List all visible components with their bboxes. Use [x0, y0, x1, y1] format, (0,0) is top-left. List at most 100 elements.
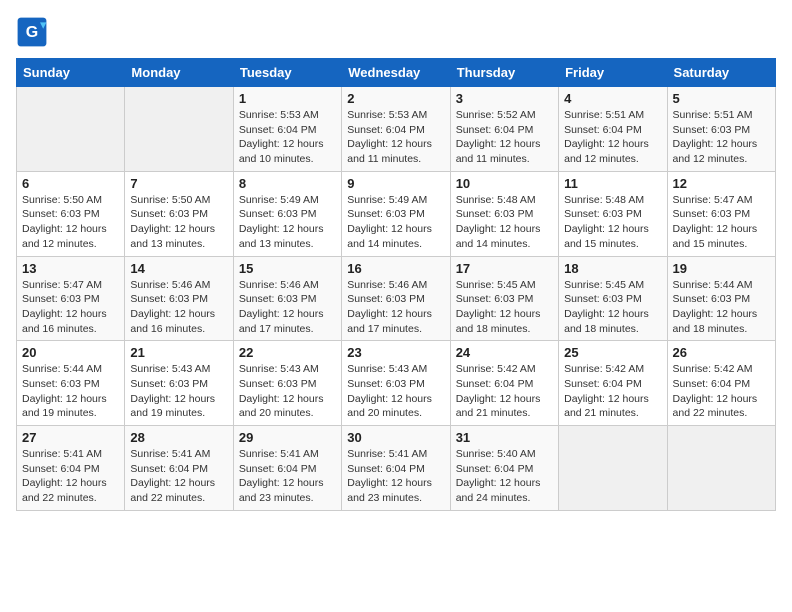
- calendar-cell: [125, 87, 233, 172]
- day-number: 11: [564, 176, 661, 191]
- weekday-header: Wednesday: [342, 59, 450, 87]
- calendar-cell: 25Sunrise: 5:42 AM Sunset: 6:04 PM Dayli…: [559, 341, 667, 426]
- day-info: Sunrise: 5:41 AM Sunset: 6:04 PM Dayligh…: [347, 447, 444, 506]
- calendar-cell: 8 Sunrise: 5:49 AM Sunset: 6:03 PM Daylig…: [233, 171, 341, 256]
- day-number: 1: [239, 91, 336, 106]
- day-info: Sunrise: 5:41 AM Sunset: 6:04 PM Dayligh…: [239, 447, 336, 506]
- day-number: 10: [456, 176, 553, 191]
- calendar-cell: 29 Sunrise: 5:41 AM Sunset: 6:04 PM Dayli…: [233, 426, 341, 511]
- day-number: 4: [564, 91, 661, 106]
- calendar-cell: 24 Sunrise: 5:42 AM Sunset: 6:04 PM Dayli…: [450, 341, 558, 426]
- day-number: 24: [456, 345, 553, 360]
- day-number: 31: [456, 430, 553, 445]
- day-info: Sunrise: 5:42 AM Sunset: 6:04 PM Dayligh…: [456, 362, 553, 421]
- day-info: Sunrise: 5:49 AM Sunset: 6:03 PM Dayligh…: [347, 193, 444, 252]
- day-info: Sunrise: 5:43 AM Sunset: 6:03 PM Dayligh…: [130, 362, 227, 421]
- day-info: Sunrise: 5:50 AM Sunset: 6:03 PM Dayligh…: [22, 193, 119, 252]
- calendar-cell: 7 Sunrise: 5:50 AM Sunset: 6:03 PM Daylig…: [125, 171, 233, 256]
- calendar-cell: 15 Sunrise: 5:46 AM Sunset: 6:03 PM Dayli…: [233, 256, 341, 341]
- calendar-cell: 20Sunrise: 5:44 AM Sunset: 6:03 PM Dayli…: [17, 341, 125, 426]
- calendar-cell: 31Sunrise: 5:40 AM Sunset: 6:04 PM Dayli…: [450, 426, 558, 511]
- calendar-cell: 17Sunrise: 5:45 AM Sunset: 6:03 PM Dayli…: [450, 256, 558, 341]
- day-info: Sunrise: 5:49 AM Sunset: 6:03 PM Dayligh…: [239, 193, 336, 252]
- day-number: 12: [673, 176, 770, 191]
- day-info: Sunrise: 5:51 AM Sunset: 6:03 PM Dayligh…: [673, 108, 770, 167]
- calendar-cell: 18 Sunrise: 5:45 AM Sunset: 6:03 PM Dayli…: [559, 256, 667, 341]
- day-number: 21: [130, 345, 227, 360]
- weekday-header: Saturday: [667, 59, 775, 87]
- day-info: Sunrise: 5:53 AM Sunset: 6:04 PM Dayligh…: [347, 108, 444, 167]
- calendar-cell: 10Sunrise: 5:48 AM Sunset: 6:03 PM Dayli…: [450, 171, 558, 256]
- calendar-cell: 2 Sunrise: 5:53 AM Sunset: 6:04 PM Daylig…: [342, 87, 450, 172]
- calendar-week-row: 27Sunrise: 5:41 AM Sunset: 6:04 PM Dayli…: [17, 426, 776, 511]
- day-number: 13: [22, 261, 119, 276]
- calendar-week-row: 1 Sunrise: 5:53 AM Sunset: 6:04 PM Daylig…: [17, 87, 776, 172]
- day-number: 23: [347, 345, 444, 360]
- day-number: 25: [564, 345, 661, 360]
- day-number: 30: [347, 430, 444, 445]
- day-info: Sunrise: 5:53 AM Sunset: 6:04 PM Dayligh…: [239, 108, 336, 167]
- calendar-cell: 30 Sunrise: 5:41 AM Sunset: 6:04 PM Dayli…: [342, 426, 450, 511]
- day-info: Sunrise: 5:46 AM Sunset: 6:03 PM Dayligh…: [239, 278, 336, 337]
- day-info: Sunrise: 5:41 AM Sunset: 6:04 PM Dayligh…: [130, 447, 227, 506]
- calendar-week-row: 6 Sunrise: 5:50 AM Sunset: 6:03 PM Daylig…: [17, 171, 776, 256]
- day-info: Sunrise: 5:44 AM Sunset: 6:03 PM Dayligh…: [22, 362, 119, 421]
- day-number: 22: [239, 345, 336, 360]
- day-number: 9: [347, 176, 444, 191]
- day-info: Sunrise: 5:48 AM Sunset: 6:03 PM Dayligh…: [564, 193, 661, 252]
- day-info: Sunrise: 5:46 AM Sunset: 6:03 PM Dayligh…: [130, 278, 227, 337]
- calendar-week-row: 20Sunrise: 5:44 AM Sunset: 6:03 PM Dayli…: [17, 341, 776, 426]
- calendar-cell: [17, 87, 125, 172]
- day-info: Sunrise: 5:42 AM Sunset: 6:04 PM Dayligh…: [673, 362, 770, 421]
- day-number: 15: [239, 261, 336, 276]
- day-info: Sunrise: 5:46 AM Sunset: 6:03 PM Dayligh…: [347, 278, 444, 337]
- calendar-cell: 16 Sunrise: 5:46 AM Sunset: 6:03 PM Dayli…: [342, 256, 450, 341]
- weekday-header: Monday: [125, 59, 233, 87]
- day-number: 8: [239, 176, 336, 191]
- calendar-header: SundayMondayTuesdayWednesdayThursdayFrid…: [17, 59, 776, 87]
- calendar-cell: 1 Sunrise: 5:53 AM Sunset: 6:04 PM Daylig…: [233, 87, 341, 172]
- day-number: 29: [239, 430, 336, 445]
- calendar-cell: 23Sunrise: 5:43 AM Sunset: 6:03 PM Dayli…: [342, 341, 450, 426]
- calendar-cell: 28 Sunrise: 5:41 AM Sunset: 6:04 PM Dayli…: [125, 426, 233, 511]
- day-info: Sunrise: 5:44 AM Sunset: 6:03 PM Dayligh…: [673, 278, 770, 337]
- day-number: 6: [22, 176, 119, 191]
- calendar-cell: 22Sunrise: 5:43 AM Sunset: 6:03 PM Dayli…: [233, 341, 341, 426]
- weekday-header: Friday: [559, 59, 667, 87]
- logo-icon: G: [16, 16, 48, 48]
- calendar-cell: 5 Sunrise: 5:51 AM Sunset: 6:03 PM Daylig…: [667, 87, 775, 172]
- day-info: Sunrise: 5:45 AM Sunset: 6:03 PM Dayligh…: [456, 278, 553, 337]
- day-info: Sunrise: 5:50 AM Sunset: 6:03 PM Dayligh…: [130, 193, 227, 252]
- day-number: 26: [673, 345, 770, 360]
- day-number: 3: [456, 91, 553, 106]
- calendar-cell: [667, 426, 775, 511]
- day-number: 2: [347, 91, 444, 106]
- day-number: 7: [130, 176, 227, 191]
- calendar-cell: 13 Sunrise: 5:47 AM Sunset: 6:03 PM Dayli…: [17, 256, 125, 341]
- day-number: 5: [673, 91, 770, 106]
- day-info: Sunrise: 5:52 AM Sunset: 6:04 PM Dayligh…: [456, 108, 553, 167]
- day-info: Sunrise: 5:47 AM Sunset: 6:03 PM Dayligh…: [22, 278, 119, 337]
- day-number: 14: [130, 261, 227, 276]
- day-info: Sunrise: 5:47 AM Sunset: 6:03 PM Dayligh…: [673, 193, 770, 252]
- weekday-header: Thursday: [450, 59, 558, 87]
- calendar-cell: 9 Sunrise: 5:49 AM Sunset: 6:03 PM Daylig…: [342, 171, 450, 256]
- day-info: Sunrise: 5:41 AM Sunset: 6:04 PM Dayligh…: [22, 447, 119, 506]
- day-info: Sunrise: 5:45 AM Sunset: 6:03 PM Dayligh…: [564, 278, 661, 337]
- day-number: 18: [564, 261, 661, 276]
- logo: G: [16, 16, 50, 48]
- calendar-cell: 12 Sunrise: 5:47 AM Sunset: 6:03 PM Dayli…: [667, 171, 775, 256]
- calendar-cell: 26 Sunrise: 5:42 AM Sunset: 6:04 PM Dayli…: [667, 341, 775, 426]
- svg-text:G: G: [26, 24, 38, 41]
- day-number: 28: [130, 430, 227, 445]
- header: G: [16, 16, 776, 48]
- calendar-cell: 6 Sunrise: 5:50 AM Sunset: 6:03 PM Daylig…: [17, 171, 125, 256]
- calendar-cell: 11 Sunrise: 5:48 AM Sunset: 6:03 PM Dayli…: [559, 171, 667, 256]
- day-number: 19: [673, 261, 770, 276]
- calendar-week-row: 13 Sunrise: 5:47 AM Sunset: 6:03 PM Dayli…: [17, 256, 776, 341]
- weekday-header: Tuesday: [233, 59, 341, 87]
- day-number: 16: [347, 261, 444, 276]
- calendar-cell: 4Sunrise: 5:51 AM Sunset: 6:04 PM Daylig…: [559, 87, 667, 172]
- calendar-cell: 14 Sunrise: 5:46 AM Sunset: 6:03 PM Dayli…: [125, 256, 233, 341]
- calendar-cell: 3 Sunrise: 5:52 AM Sunset: 6:04 PM Daylig…: [450, 87, 558, 172]
